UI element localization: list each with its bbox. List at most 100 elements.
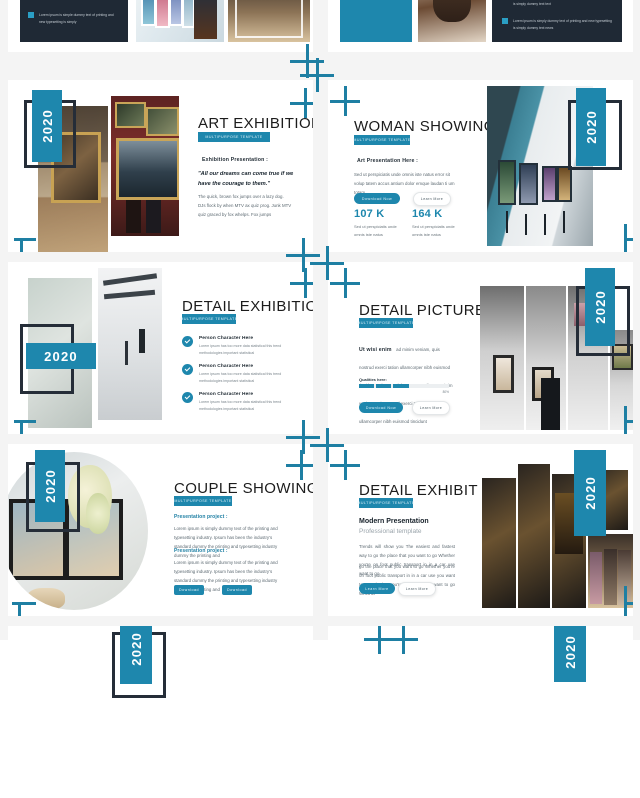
download-button-2[interactable]: Download [222,585,252,595]
year-tab: 2020 [26,343,96,369]
bullet-body: Lorem ipsum has too more data statistica… [199,372,282,384]
template-tag: MULTIPURPOSE TEMPLATE [353,135,410,145]
painting [497,159,517,206]
slide-title: DETAIL EXHIBIT [359,482,478,499]
visitor-silhouette [125,199,141,234]
bullet-title: Person Character Here [199,336,254,341]
slide-detail-exhibition[interactable]: 2020 DETAIL EXHIBITION MULTIPURPOSE TEMP… [8,262,313,434]
section-heading: Presentation project : [174,548,228,554]
visitor [618,550,632,606]
slide-woman-showing[interactable]: WOMAN SHOWING MULTIPURPOSE TEMPLATE Art … [328,80,633,252]
year-tab: 2020 [574,450,606,536]
download-button-1[interactable]: Download [174,585,204,595]
template-tag-label: MULTIPURPOSE TEMPLATE [357,321,415,325]
year-tab: 2020 [32,90,62,162]
template-tag-label: MULTIPURPOSE TEMPLATE [205,135,263,139]
stanchion [563,210,566,234]
check-icon [182,364,193,375]
slide-detail-picture[interactable]: DETAIL PICTURE MULTIPURPOSE TEMPLATE Ut … [328,262,633,434]
slide-art-exhibition[interactable]: 2020 ART EXHIBITION MULTIPURPOSE TEMPLAT… [8,80,313,252]
year-label: 2020 [44,348,78,364]
blue-quote-panel: courage to pursue them. [340,0,412,42]
painting [556,166,572,202]
year-label: 2020 [562,635,578,669]
visitor-silhouette [541,378,560,430]
exhibit-photo-1 [482,478,516,608]
template-tag-label: MULTIPURPOSE TEMPLATE [357,501,415,505]
template-tag: MULTIPURPOSE TEMPLATE [357,318,415,328]
slide-title: DETAIL PICTURE [359,302,486,319]
decorative-cross [364,626,394,654]
slide-detail-exhibit[interactable]: DETAIL EXHIBIT MULTIPURPOSE TEMPLATE Mod… [328,444,633,616]
year-tab: 2020 [585,268,615,346]
stat-block: 164 K Sed ut perspiciatis unde omnis ist… [412,208,458,238]
progress-segment-empty [437,384,449,388]
framed-art [141,0,156,27]
year-tab: 2020 [576,88,606,166]
progress-segment-filled [359,384,375,388]
body-lead: Ut wisi enim [359,347,392,353]
download-now-button[interactable]: Download Now [359,402,403,413]
template-tag: MULTIPURPOSE TEMPLATE [174,496,232,506]
learn-more-label: Learn More [419,406,443,410]
progress-segment-filled [393,384,409,388]
decorative-cross [290,268,313,298]
decorative-cross [330,86,360,116]
slide-couple-showing[interactable]: 2020 COUPLE SHOWING MULTIPURPOSE TEMPLAT… [8,444,313,616]
decorative-cross [290,88,313,118]
learn-more-button[interactable]: Learn More [413,192,451,206]
panel-bullet-text: Lorem ipsum is simply dummy text of prin… [513,19,612,31]
progress-segment-empty [410,384,423,388]
decorative-cross [388,626,418,654]
year-label: 2020 [582,476,598,510]
stat-caption: Sed ut perspiciatis unde omnis iste natu… [412,224,455,237]
framed-art [181,0,195,28]
wall-art [138,328,146,354]
slide-bottom-left-partial[interactable]: 2020 [8,626,313,798]
presentation-preview-sheet: Lorem ipsum is simple dummy text of prin… [0,0,640,798]
slide-title: WOMAN SHOWING [354,118,496,135]
framed-art [493,355,515,393]
decor-object [26,587,66,610]
download-now-button[interactable]: Download Now [354,193,400,204]
learn-more-button-primary[interactable]: Learn More [359,583,395,594]
bullet-item: Person Character Here Lorem ipsum has to… [182,364,300,385]
painting [116,138,179,200]
square-bullet-icon [502,18,508,24]
slide-bottom-right-partial[interactable]: 2020 [328,626,633,798]
template-tag: MULTIPURPOSE TEMPLATE [180,314,237,324]
quote-text: courage to pursue them. [348,0,408,4]
slide-title: DETAIL EXHIBITION [182,298,313,315]
orchid-flower [85,493,110,535]
picture-strip-1 [480,286,524,430]
gallery-photo [136,0,224,42]
download-now-label: Download Now [365,405,397,410]
ceiling-beam [103,273,157,286]
bullet-item: Person Character Here Lorem ipsum has to… [182,392,300,413]
check-icon [182,392,193,403]
bullet-item: Person Character Here Lorem ipsum has to… [182,336,300,357]
stanchion [525,214,528,235]
decorative-corner [612,224,633,252]
template-tag: MULTIPURPOSE TEMPLATE [357,498,415,508]
progress-label: Qualities here: [359,377,387,382]
learn-more-label: Learn More [420,197,444,201]
slide-top-left[interactable]: Lorem ipsum is simple dummy text of prin… [8,0,313,52]
stanchion [506,210,509,234]
section-heading: Presentation project : [174,514,228,520]
year-label: 2020 [39,109,55,143]
exhibit-photo-2 [518,464,550,608]
learn-more-button-secondary[interactable]: Learn More [398,582,436,596]
stat-block: 107 K Sed ut perspiciatis unde omnis ist… [354,208,400,238]
learn-more-button[interactable]: Learn More [412,401,450,415]
learn-more-label: Learn More [365,586,389,591]
template-tag-label: MULTIPURPOSE TEMPLATE [174,499,232,503]
dark-bullet-panel: Lorem ipsum is simple dummy text of prin… [20,0,128,42]
stat-value: 107 K [354,208,385,220]
progress-segment-filled [376,384,392,388]
slide-top-right[interactable]: courage to pursue them. and typesetting … [328,0,633,52]
panel-bullet-text: Lorem ipsum is simple dummy text of prin… [39,13,114,25]
progress-percent: 80% [442,390,449,394]
visitor [603,548,617,606]
hair-shape [432,0,472,23]
